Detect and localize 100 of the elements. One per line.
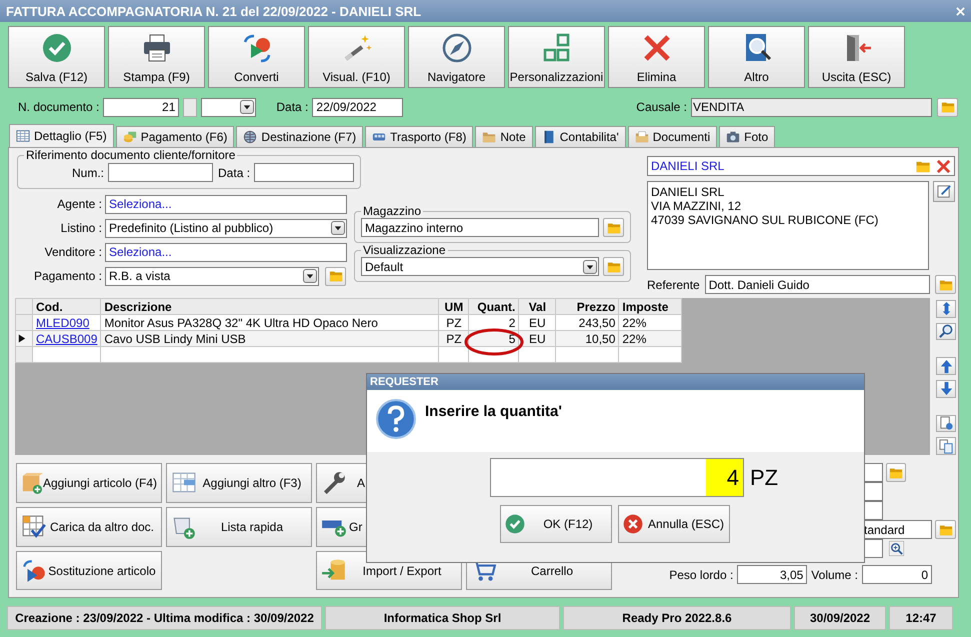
tab[interactable]: Pagamento (F6) bbox=[116, 126, 234, 147]
side-button[interactable] bbox=[936, 357, 956, 375]
tab[interactable]: Destinazione (F7) bbox=[236, 126, 364, 147]
up-arrow-icon bbox=[938, 358, 954, 374]
folder-button[interactable] bbox=[325, 266, 346, 286]
quantity-field[interactable]: 4 bbox=[490, 458, 744, 497]
folder-button[interactable] bbox=[603, 257, 624, 276]
tab[interactable]: Documenti bbox=[628, 126, 718, 147]
dropdown-field[interactable]: R.B. a vista bbox=[105, 266, 319, 286]
document-number-field[interactable]: 21 bbox=[103, 98, 180, 116]
toolbar-button[interactable]: Uscita (ESC) bbox=[808, 26, 905, 88]
tab[interactable]: Dettaglio (F5) bbox=[9, 124, 114, 147]
caret-icon bbox=[306, 272, 314, 280]
action-button[interactable]: Aggiungi articolo (F4) bbox=[16, 463, 162, 503]
dialog-button[interactable]: OK (F12) bbox=[500, 505, 612, 543]
tab[interactable]: Note bbox=[475, 126, 533, 147]
folder-icon bbox=[606, 260, 622, 274]
dropdown-button[interactable] bbox=[303, 269, 317, 283]
column-header[interactable]: Imposte bbox=[618, 298, 682, 314]
field-label: Referente bbox=[647, 278, 700, 292]
weight-field[interactable]: 3,05 bbox=[737, 565, 808, 584]
side-button[interactable] bbox=[936, 437, 956, 455]
tab[interactable]: Contabilita' bbox=[534, 126, 626, 147]
row-header bbox=[16, 298, 32, 314]
caret-icon bbox=[243, 103, 252, 111]
status-cell: Creazione : 23/09/2022 - Ultima modifica : 30/09/2022 bbox=[7, 606, 322, 630]
pencil-icon bbox=[936, 184, 952, 199]
tab[interactable]: Foto bbox=[719, 126, 776, 147]
dropdown-field[interactable]: Default bbox=[361, 257, 599, 276]
column-header[interactable]: Descrizione bbox=[100, 298, 439, 314]
column-header[interactable]: Quant. bbox=[468, 298, 519, 314]
question-icon bbox=[375, 398, 417, 440]
folder-button[interactable] bbox=[935, 275, 956, 294]
column-header[interactable]: Prezzo bbox=[556, 298, 619, 314]
dialog-message: Inserire la quantita' bbox=[425, 403, 562, 420]
status-cell: 30/09/2022 bbox=[794, 606, 886, 630]
field-label: Data : bbox=[276, 100, 308, 114]
folder-icon bbox=[634, 130, 649, 144]
folder-icon bbox=[482, 130, 496, 144]
cross-icon bbox=[936, 158, 951, 174]
date-field[interactable]: 22/09/2022 bbox=[312, 98, 404, 116]
documents-icon bbox=[938, 438, 954, 454]
table-cell: Cavo USB Lindy Mini USB bbox=[100, 330, 439, 346]
swap-icon bbox=[21, 558, 47, 584]
dropdown-button[interactable] bbox=[331, 221, 345, 235]
side-button[interactable] bbox=[936, 300, 956, 318]
causale-field[interactable]: VENDITA bbox=[691, 98, 932, 116]
compass-icon bbox=[440, 32, 472, 64]
row-header[interactable] bbox=[16, 330, 32, 346]
toolbar-button[interactable]: Converti bbox=[208, 26, 305, 88]
toolbar-button[interactable]: Salva (F12) bbox=[8, 26, 105, 88]
column-header[interactable]: UM bbox=[438, 298, 469, 314]
folder-button[interactable] bbox=[935, 520, 956, 539]
tab[interactable]: Trasporto (F8) bbox=[365, 126, 474, 147]
volume-field[interactable]: 0 bbox=[862, 565, 932, 584]
warehouse-field[interactable]: Magazzino interno bbox=[361, 218, 599, 237]
toolbar-button[interactable]: Personalizzazioni bbox=[508, 26, 605, 88]
dropdown-field[interactable]: Predefinito (Listino al pubblico) bbox=[105, 218, 347, 238]
toolbar-button[interactable]: Stampa (F9) bbox=[108, 26, 205, 88]
dropdown-button[interactable] bbox=[583, 260, 597, 274]
action-button[interactable]: Carica da altro doc. bbox=[16, 507, 162, 547]
dropdown-button[interactable] bbox=[240, 100, 254, 114]
coins-icon bbox=[122, 130, 137, 144]
field-label: Pagamento : bbox=[32, 269, 102, 283]
folder-button[interactable] bbox=[937, 98, 958, 116]
input-field[interactable] bbox=[108, 163, 214, 182]
folder-icon bbox=[328, 269, 344, 283]
side-button[interactable] bbox=[936, 380, 956, 398]
select-field[interactable]: Seleziona... bbox=[105, 194, 347, 214]
customer-field[interactable]: DANIELI SRL bbox=[647, 156, 955, 176]
camera-icon bbox=[726, 130, 740, 144]
dialog-button[interactable]: Annulla (ESC) bbox=[618, 505, 730, 543]
contact-field[interactable]: Dott. Danieli Guido bbox=[704, 275, 930, 294]
table-cell: 22% bbox=[618, 330, 682, 346]
folder-button[interactable] bbox=[603, 218, 624, 237]
input-field[interactable] bbox=[254, 163, 354, 182]
field-label: Data : bbox=[218, 166, 250, 180]
dropdown-field[interactable] bbox=[201, 98, 256, 116]
toolbar-button[interactable]: Visual. (F10) bbox=[308, 26, 405, 88]
folder-button[interactable] bbox=[886, 463, 906, 482]
side-button[interactable] bbox=[936, 322, 956, 340]
edit-button[interactable] bbox=[933, 181, 955, 202]
action-button[interactable]: Aggiungi altro (F3) bbox=[166, 463, 312, 503]
column-header[interactable]: Cod. bbox=[32, 298, 101, 314]
column-header[interactable]: Val bbox=[518, 298, 556, 314]
action-button[interactable]: Sostituzione articolo bbox=[16, 551, 162, 590]
status-cell: 12:47 bbox=[889, 606, 953, 630]
field-label: Venditore : bbox=[44, 245, 102, 259]
toolbar-button[interactable]: Navigatore bbox=[408, 26, 505, 88]
caret-icon bbox=[586, 262, 594, 270]
action-button[interactable]: Lista rapida bbox=[166, 507, 312, 547]
toolbar-button[interactable]: Elimina bbox=[608, 26, 705, 88]
toolbar-button[interactable]: Altro bbox=[708, 26, 805, 88]
select-field[interactable]: Seleziona... bbox=[105, 242, 347, 262]
side-button[interactable] bbox=[936, 414, 956, 432]
pointer-icon bbox=[18, 334, 26, 342]
book-icon bbox=[542, 130, 556, 144]
address-box[interactable]: DANIELI SRL VIA MAZZINI, 12 47039 SAVIGNANO SUL RUBICONE (FC) bbox=[647, 181, 929, 270]
down-arrow-icon bbox=[938, 381, 954, 396]
wrench-icon bbox=[321, 470, 347, 496]
